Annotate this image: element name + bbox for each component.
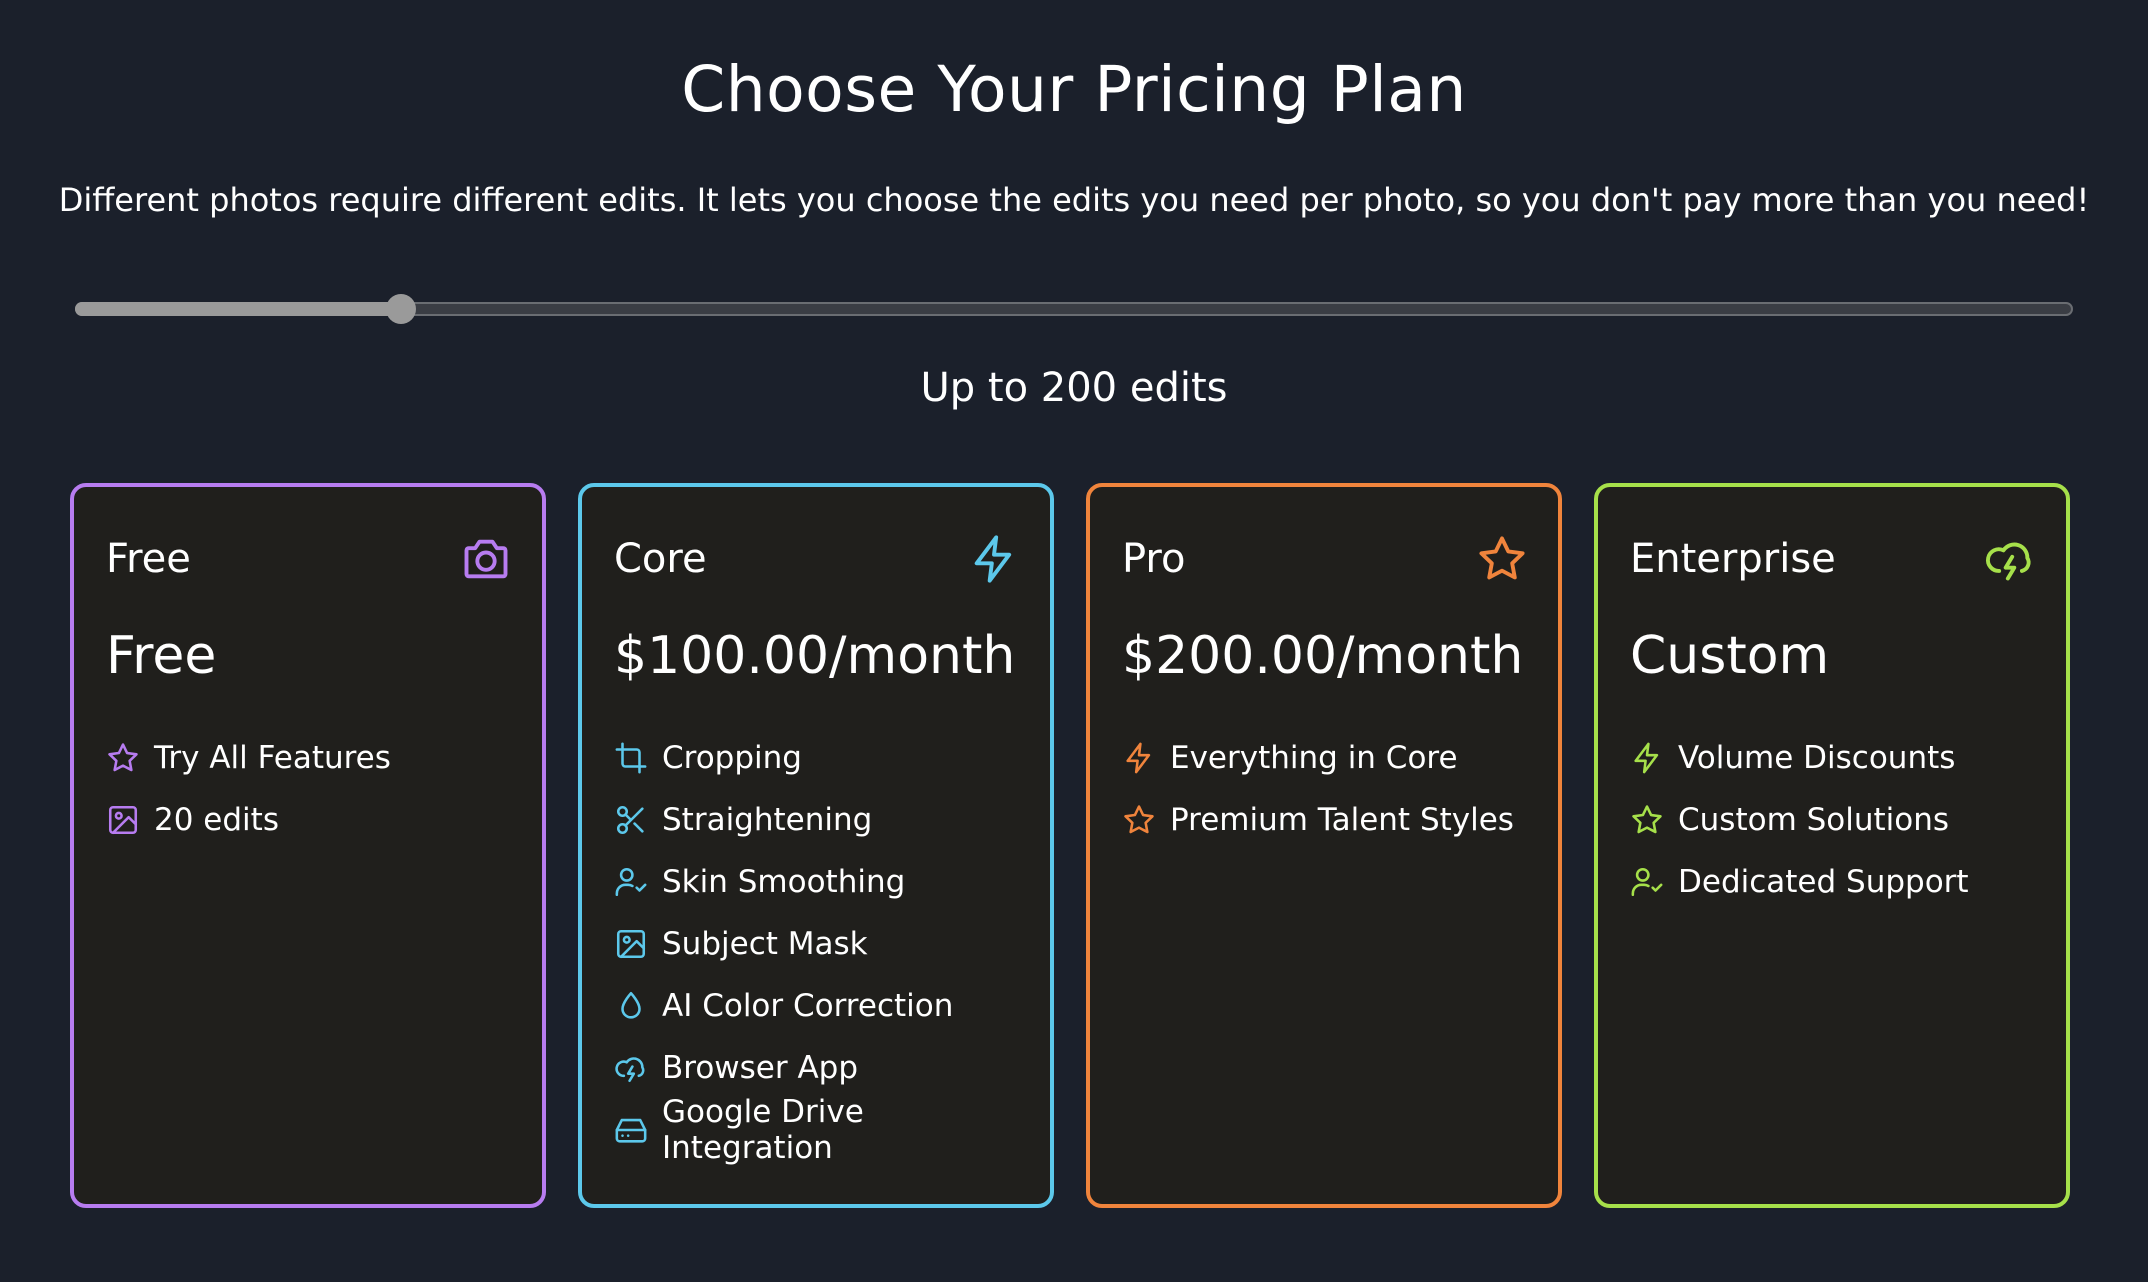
plan-name: Pro [1122, 536, 1186, 582]
lightning-icon [1630, 741, 1664, 775]
feature-label: 20 edits [154, 802, 279, 838]
plan-card-enterprise[interactable]: Enterprise Custom Volume Discounts Custom S… [1594, 483, 2070, 1208]
plan-name: Core [614, 536, 707, 582]
feature-item: Premium Talent Styles [1122, 789, 1528, 851]
plan-price: Free [106, 626, 217, 686]
lightning-icon [968, 533, 1020, 585]
feature-item: Dedicated Support [1630, 851, 2036, 913]
feature-label: Premium Talent Styles [1170, 802, 1514, 838]
star-icon [1122, 803, 1156, 837]
cloud-lightning-icon [1984, 533, 2036, 585]
feature-item: AI Color Correction [614, 975, 1020, 1037]
feature-item: Custom Solutions [1630, 789, 2036, 851]
feature-label: Straightening [662, 802, 873, 838]
page-title: Choose Your Pricing Plan [681, 53, 1467, 126]
feature-list: Try All Features 20 edits [106, 727, 512, 851]
feature-label: Subject Mask [662, 926, 868, 962]
slider-fill [75, 302, 401, 316]
plan-price: $100.00/month [614, 626, 1016, 686]
plan-header: Pro [1122, 527, 1528, 591]
plan-price: Custom [1630, 626, 1830, 686]
plan-card-core[interactable]: Core $100.00/month Cropping Straightening Sk… [578, 483, 1054, 1208]
feature-label: Browser App [662, 1050, 859, 1086]
feature-item: Browser App [614, 1037, 1020, 1099]
feature-item: Try All Features [106, 727, 512, 789]
feature-label: Google Drive Integration [662, 1094, 864, 1166]
plan-header: Free [106, 527, 512, 591]
star-icon [106, 741, 140, 775]
user-check-icon [1630, 865, 1664, 899]
star-icon [1476, 533, 1528, 585]
camera-icon [460, 533, 512, 585]
feature-item: Google Drive Integration [614, 1094, 1020, 1166]
plan-header: Core [614, 527, 1020, 591]
feature-label: Custom Solutions [1678, 802, 1950, 838]
feature-label: Skin Smoothing [662, 864, 906, 900]
feature-item: Subject Mask [614, 913, 1020, 975]
feature-item: 20 edits [106, 789, 512, 851]
feature-label: Cropping [662, 740, 802, 776]
image-icon [106, 803, 140, 837]
page-subtitle: Different photos require different edits… [58, 181, 2090, 219]
cloud-lightning-icon [614, 1051, 648, 1085]
lightning-icon [1122, 741, 1156, 775]
feature-list: Everything in Core Premium Talent Styles [1122, 727, 1528, 851]
feature-list: Cropping Straightening Skin Smoothing Subje… [614, 727, 1020, 1166]
feature-item: Cropping [614, 727, 1020, 789]
plan-card-free[interactable]: Free Free Try All Features 20 edits [70, 483, 546, 1208]
user-check-icon [614, 865, 648, 899]
plan-header: Enterprise [1630, 527, 2036, 591]
feature-label: Everything in Core [1170, 740, 1458, 776]
feature-list: Volume Discounts Custom Solutions Dedicate… [1630, 727, 2036, 913]
image-icon [614, 927, 648, 961]
pricing-cards: Free Free Try All Features 20 edits Core $100… [70, 483, 2070, 1208]
plan-name: Free [106, 536, 191, 582]
feature-item: Skin Smoothing [614, 851, 1020, 913]
edits-slider[interactable] [75, 294, 2073, 324]
plan-price: $200.00/month [1122, 626, 1524, 686]
plan-name: Enterprise [1630, 536, 1836, 582]
star-icon [1630, 803, 1664, 837]
plan-card-pro[interactable]: Pro $200.00/month Everything in Core Premiu… [1086, 483, 1562, 1208]
feature-label: Volume Discounts [1678, 740, 1956, 776]
feature-item: Volume Discounts [1630, 727, 2036, 789]
feature-label: Dedicated Support [1678, 864, 1969, 900]
droplet-icon [614, 989, 648, 1023]
feature-label: AI Color Correction [662, 988, 954, 1024]
feature-item: Straightening [614, 789, 1020, 851]
slider-thumb[interactable] [385, 294, 416, 324]
hard-drive-icon [614, 1113, 648, 1147]
feature-item: Everything in Core [1122, 727, 1528, 789]
edits-count-label: Up to 200 edits [920, 365, 1228, 411]
feature-label: Try All Features [154, 740, 391, 776]
scissors-icon [614, 803, 648, 837]
crop-icon [614, 741, 648, 775]
